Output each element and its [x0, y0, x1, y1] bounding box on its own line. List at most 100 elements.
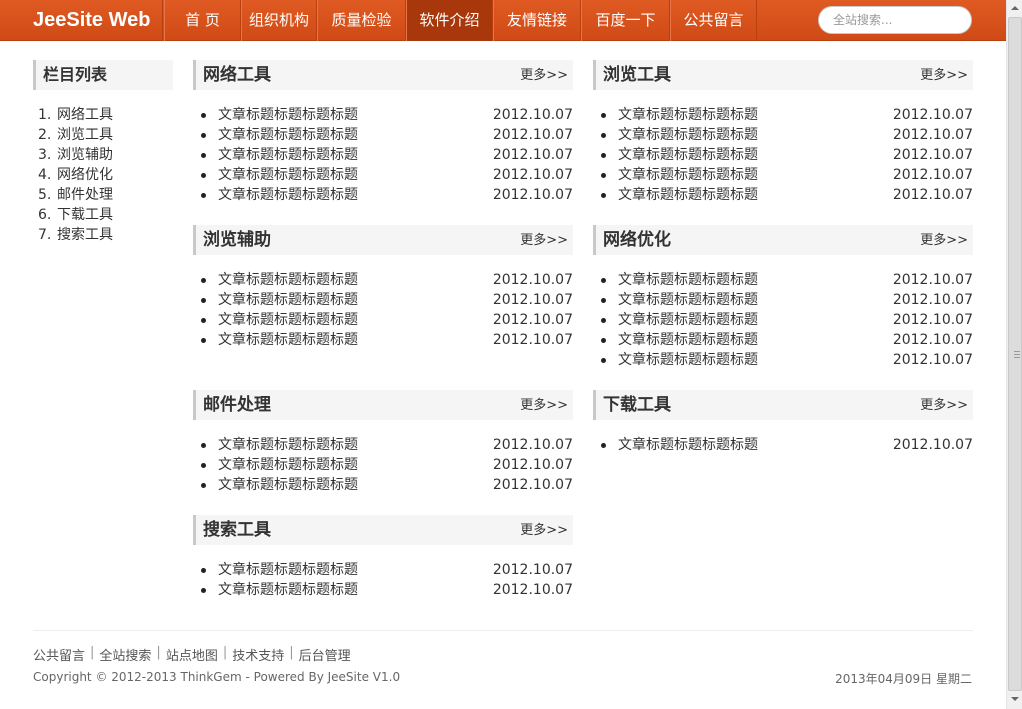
article-date: 2012.10.07 [892, 127, 973, 143]
article-item: 文章标题标题标题标题 2012.10.07 [593, 330, 973, 350]
nav-item-home[interactable]: 首 页 [164, 0, 241, 41]
article-title-link[interactable]: 文章标题标题标题标题 [218, 165, 358, 185]
footer-links: 公共留言 | 全站搜索 | 站点地图 | 技术支持 | 后台管理 [33, 645, 351, 664]
sidebar-item[interactable]: 1. 网络工具 [38, 105, 113, 125]
more-link[interactable]: 更多>> [920, 64, 968, 83]
article-item: 文章标题标题标题标题 2012.10.07 [193, 165, 573, 185]
article-title-link[interactable]: 文章标题标题标题标题 [618, 310, 758, 330]
article-item: 文章标题标题标题标题 2012.10.07 [593, 290, 973, 310]
scroll-thumb[interactable] [1008, 17, 1022, 691]
article-title-link[interactable]: 文章标题标题标题标题 [218, 270, 358, 290]
article-date: 2012.10.07 [492, 562, 573, 578]
panel-title: 下载工具 [603, 395, 671, 415]
article-date: 2012.10.07 [892, 332, 973, 348]
article-title-link[interactable]: 文章标题标题标题标题 [618, 145, 758, 165]
sidebar-item[interactable]: 4. 网络优化 [38, 165, 113, 185]
scroll-up-arrow-icon[interactable] [1011, 6, 1019, 10]
article-date: 2012.10.07 [492, 127, 573, 143]
sidebar-item[interactable]: 5. 邮件处理 [38, 185, 113, 205]
article-title-link[interactable]: 文章标题标题标题标题 [218, 145, 358, 165]
article-title-link[interactable]: 文章标题标题标题标题 [218, 185, 358, 205]
article-title-link[interactable]: 文章标题标题标题标题 [218, 105, 358, 125]
nav-item-baidu[interactable]: 百度一下 [581, 0, 670, 41]
more-link[interactable]: 更多>> [520, 519, 568, 538]
bullet-icon [601, 113, 606, 118]
article-item: 文章标题标题标题标题 2012.10.07 [193, 185, 573, 205]
panel-title: 网络工具 [203, 65, 271, 85]
article-title-link[interactable]: 文章标题标题标题标题 [218, 435, 358, 455]
sidebar-item[interactable]: 6. 下载工具 [38, 205, 113, 225]
sidebar-item[interactable]: 7. 搜索工具 [38, 225, 113, 245]
bullet-icon [201, 463, 206, 468]
panel-header: 网络优化 更多>> [593, 225, 973, 255]
panel-header: 下载工具 更多>> [593, 390, 973, 420]
article-title-link[interactable]: 文章标题标题标题标题 [218, 330, 358, 350]
article-title-link[interactable]: 文章标题标题标题标题 [618, 350, 758, 370]
article-title-link[interactable]: 文章标题标题标题标题 [618, 435, 758, 455]
bullet-icon [601, 358, 606, 363]
nav-item-links[interactable]: 友情链接 [493, 0, 581, 41]
footer-link-sitemap[interactable]: 站点地图 [166, 645, 218, 664]
article-item: 文章标题标题标题标题 2012.10.07 [193, 145, 573, 165]
article-title-link[interactable]: 文章标题标题标题标题 [618, 165, 758, 185]
site-search-input[interactable] [818, 6, 972, 34]
bullet-icon [601, 153, 606, 158]
item-number: 5. [38, 187, 52, 203]
bullet-icon [201, 483, 206, 488]
more-link[interactable]: 更多>> [520, 229, 568, 248]
article-title-link[interactable]: 文章标题标题标题标题 [618, 330, 758, 350]
article-title-link[interactable]: 文章标题标题标题标题 [218, 560, 358, 580]
bullet-icon [201, 193, 206, 198]
nav-item-guestbook[interactable]: 公共留言 [670, 0, 757, 41]
scroll-down-arrow-icon[interactable] [1011, 697, 1019, 701]
article-item: 文章标题标题标题标题 2012.10.07 [593, 270, 973, 290]
bullet-icon [201, 318, 206, 323]
brand-logo[interactable]: JeeSite Web [0, 0, 163, 41]
nav-item-quality[interactable]: 质量检验 [317, 0, 406, 41]
footer-link-guestbook[interactable]: 公共留言 [33, 645, 85, 664]
bullet-icon [601, 173, 606, 178]
article-title-link[interactable]: 文章标题标题标题标题 [618, 185, 758, 205]
footer-link-support[interactable]: 技术支持 [232, 645, 284, 664]
more-link[interactable]: 更多>> [920, 394, 968, 413]
article-item: 文章标题标题标题标题 2012.10.07 [593, 165, 973, 185]
article-title-link[interactable]: 文章标题标题标题标题 [218, 125, 358, 145]
article-date: 2012.10.07 [892, 437, 973, 453]
article-title-link[interactable]: 文章标题标题标题标题 [218, 455, 358, 475]
sidebar-item[interactable]: 2. 浏览工具 [38, 125, 113, 145]
item-number: 4. [38, 167, 52, 183]
more-link[interactable]: 更多>> [920, 229, 968, 248]
bullet-icon [201, 588, 206, 593]
more-link[interactable]: 更多>> [520, 394, 568, 413]
nav-item-organization[interactable]: 组织机构 [241, 0, 317, 41]
footer-link-search[interactable]: 全站搜索 [99, 645, 151, 664]
article-date: 2012.10.07 [492, 477, 573, 493]
item-number: 6. [38, 207, 52, 223]
separator: | [156, 645, 161, 660]
article-title-link[interactable]: 文章标题标题标题标题 [618, 290, 758, 310]
article-title-link[interactable]: 文章标题标题标题标题 [618, 105, 758, 125]
sidebar-item[interactable]: 3. 浏览辅助 [38, 145, 113, 165]
grip-line [1014, 351, 1020, 352]
vertical-scrollbar[interactable] [1006, 0, 1022, 709]
panel-title: 网络优化 [603, 230, 671, 250]
article-item: 文章标题标题标题标题 2012.10.07 [193, 125, 573, 145]
panel-title: 浏览工具 [603, 65, 671, 85]
more-link[interactable]: 更多>> [520, 64, 568, 83]
panel-header: 浏览辅助 更多>> [193, 225, 573, 255]
item-number: 3. [38, 147, 52, 163]
article-title-link[interactable]: 文章标题标题标题标题 [218, 290, 358, 310]
article-date: 2012.10.07 [492, 107, 573, 123]
article-title-link[interactable]: 文章标题标题标题标题 [618, 270, 758, 290]
article-title-link[interactable]: 文章标题标题标题标题 [218, 475, 358, 495]
footer-link-admin[interactable]: 后台管理 [299, 645, 351, 664]
article-title-link[interactable]: 文章标题标题标题标题 [618, 125, 758, 145]
article-date: 2012.10.07 [892, 147, 973, 163]
article-title-link[interactable]: 文章标题标题标题标题 [218, 580, 358, 600]
item-label: 浏览工具 [57, 127, 113, 143]
article-date: 2012.10.07 [892, 312, 973, 328]
panel-header: 搜索工具 更多>> [193, 515, 573, 545]
panel-title: 浏览辅助 [203, 230, 271, 250]
article-title-link[interactable]: 文章标题标题标题标题 [218, 310, 358, 330]
nav-item-software[interactable]: 软件介绍 [406, 0, 493, 41]
